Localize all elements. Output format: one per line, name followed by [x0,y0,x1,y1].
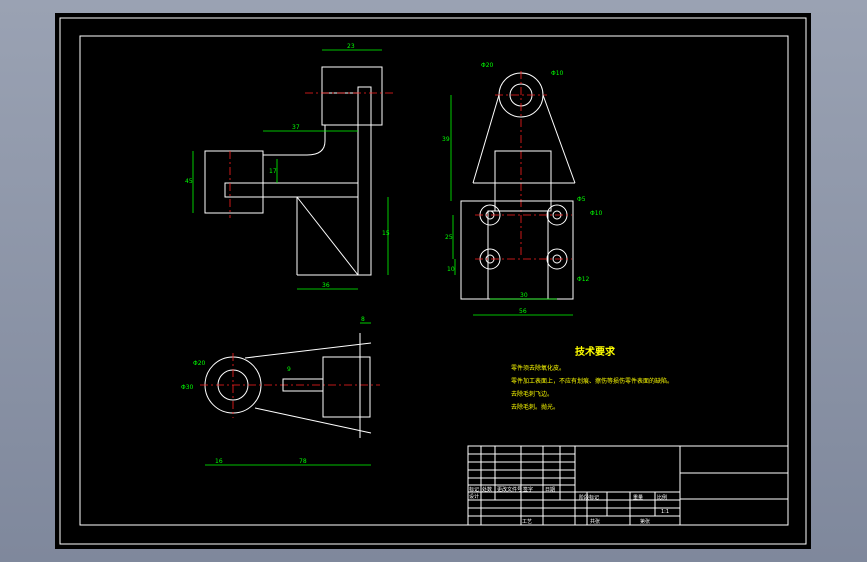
tb-label-0: 标记 [469,486,479,493]
tb-scale: 1:1 [661,509,669,515]
tb-label-3: 签字 [523,486,533,493]
dim-17: 17 [269,168,277,175]
note-line-2: 零件加工表面上，不应有划痕、擦伤等损伤零件表面的缺陷。 [511,377,673,385]
inner-frame [79,35,789,526]
cad-drawing: 23 37 17 45 15 36 39 25 10 30 56 Φ20 Φ10… [59,17,807,545]
tb-label-9: 重量 [633,494,643,501]
outer-frame [59,17,807,545]
dim-23: 23 [347,43,355,50]
dim-10: 10 [447,266,455,273]
note-line-1: 零件须去除氧化皮。 [511,364,565,372]
dim-15: 15 [382,230,390,237]
tb-label-11: 共张 [590,518,600,525]
note-line-4: 去除毛刺。抛光。 [511,403,559,411]
tb-label-12: 第张 [640,518,650,525]
tb-label-7: 工艺 [522,519,532,525]
dim-phi10-2: Φ10 [590,210,603,217]
tb-label-4: 日期 [545,487,555,493]
dim-56: 56 [519,308,527,315]
tb-label-8: 阶段标记 [579,494,599,501]
dim-phi12: Φ12 [577,276,590,283]
dim-phi20-front: Φ20 [193,360,206,367]
tb-label-10: 比例 [657,494,667,501]
right-view: 39 25 10 30 56 Φ20 Φ10 Φ5 Φ10 Φ12 [442,62,603,316]
top-left-view: 23 37 17 45 15 36 [185,43,395,290]
note-line-3: 去除毛刺飞边。 [511,390,553,398]
dim-phi20: Φ20 [481,62,494,69]
dim-16: 16 [215,458,223,465]
drawing-canvas: 23 37 17 45 15 36 39 25 10 30 56 Φ20 Φ10… [55,13,811,549]
front-view: 16 78 8 9 Φ20 Φ30 [181,316,380,466]
dim-45: 45 [185,178,193,185]
dim-25: 25 [445,234,453,241]
dim-36: 36 [322,282,330,289]
title-block: 标记 处数 更改文件号 签字 日期 设计 工艺 阶段标记 重量 比例 共张 第张… [467,445,789,526]
dim-30: 30 [520,292,528,299]
dim-37: 37 [292,124,300,131]
dim-phi5: Φ5 [577,196,586,203]
dim-78: 78 [299,458,307,465]
dim-9: 9 [287,366,291,373]
dim-phi10: Φ10 [551,70,564,77]
notes-title: 技术要求 [575,345,616,358]
dim-phi30: Φ30 [181,384,194,391]
dim-39: 39 [442,136,450,143]
tb-label-2: 更改文件号 [497,486,522,493]
tb-label-5: 设计 [469,493,479,500]
tb-label-1: 处数 [482,486,492,493]
dim-8: 8 [361,316,365,323]
tech-notes: 技术要求 零件须去除氧化皮。 零件加工表面上，不应有划痕、擦伤等损伤零件表面的缺… [511,345,673,411]
